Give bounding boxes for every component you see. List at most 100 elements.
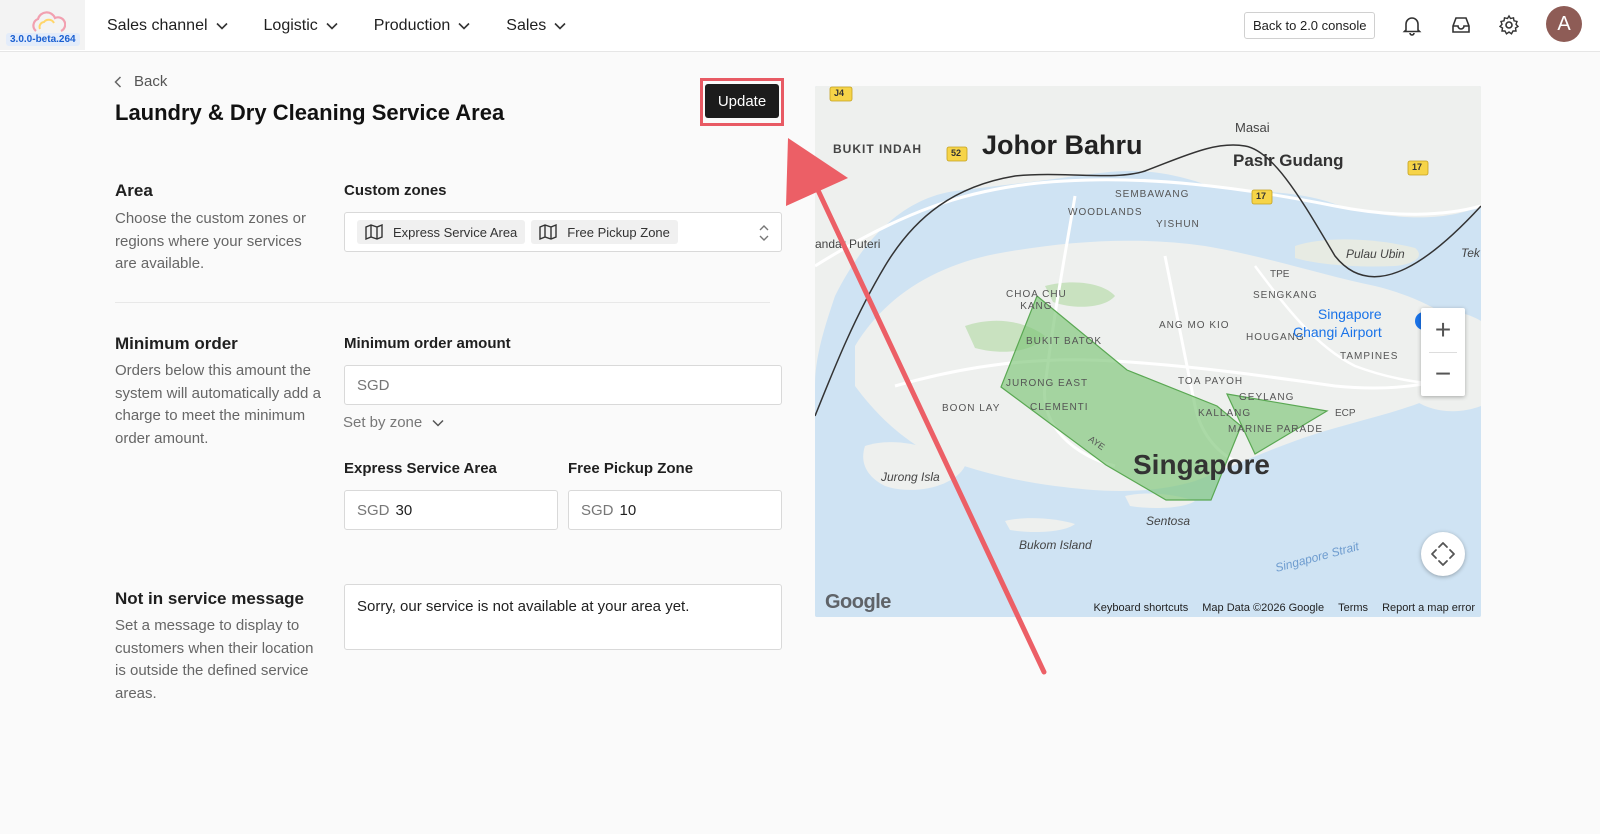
express-zone-label: Express Service Area (344, 460, 497, 477)
map-label-bukom-island: Bukom Island (1019, 538, 1092, 552)
map-label-bandar-puteri: andar Puteri (815, 237, 881, 251)
chevron-down-icon (326, 22, 338, 30)
set-by-zone-toggle[interactable]: Set by zone (343, 414, 444, 431)
app-logo[interactable]: 3.0.0-beta.264 (0, 0, 85, 50)
nav-label: Logistic (263, 17, 318, 34)
pickup-zone-amount-input[interactable]: SGD 10 (568, 490, 782, 530)
minimum-order-amount-input[interactable] (344, 365, 782, 405)
map-label-sengkang: SENGKANG (1253, 290, 1318, 301)
zoom-separator (1429, 352, 1457, 353)
minimum-order-description: Orders below this amount the system will… (115, 362, 321, 447)
service-area-map[interactable]: J4 52 17 17 BUKIT INDAH Johor Bahru Masa… (815, 86, 1481, 617)
currency-prefix: SGD (357, 501, 390, 519)
map-label-j4: J4 (834, 88, 845, 98)
map-label-bukit-batok: BUKIT BATOK (1026, 336, 1103, 347)
not-in-service-message-input[interactable]: Sorry, our service is not available at y… (344, 584, 782, 650)
version-badge: 3.0.0-beta.264 (6, 33, 80, 46)
map-label-bukit-indah: BUKIT INDAH (833, 142, 922, 156)
map-label-changi-airport: Singapore Changi Airport (1293, 306, 1382, 340)
chevron-down-icon (458, 22, 470, 30)
map-label-geylang: GEYLANG (1239, 392, 1295, 403)
custom-zones-label: Custom zones (344, 182, 447, 199)
map-label-pulau-ubin: Pulau Ubin (1346, 247, 1405, 261)
map-label-tpe: TPE (1270, 269, 1290, 280)
express-zone-amount-input[interactable]: SGD 30 (344, 490, 558, 530)
amount-value: 10 (619, 501, 637, 519)
map-label-tek: Tek (1461, 246, 1480, 260)
chip-label: Free Pickup Zone (567, 224, 670, 240)
map-label-marine-parade: MARINE PARADE (1228, 424, 1324, 435)
set-by-zone-label: Set by zone (343, 414, 423, 431)
map-icon (365, 224, 383, 240)
move-arrows-icon (1431, 542, 1455, 566)
report-map-error-link[interactable]: Report a map error (1382, 602, 1475, 614)
map-pan-control[interactable] (1421, 532, 1465, 576)
map-label-sentosa: Sentosa (1146, 514, 1191, 528)
chevron-down-icon (554, 22, 566, 30)
map-label-woodlands: WOODLANDS (1068, 207, 1143, 218)
area-section-title: Area (115, 181, 153, 200)
nav-production[interactable]: Production (374, 17, 471, 35)
currency-prefix: SGD (581, 501, 614, 519)
map-label-pasir-gudang: Pasir Gudang (1233, 151, 1344, 170)
map-data-attribution: Map Data ©2026 Google (1202, 602, 1325, 614)
map-label-clementi: CLEMENTI (1030, 402, 1089, 413)
zone-chip[interactable]: Free Pickup Zone (531, 220, 678, 244)
top-navigation-bar: 3.0.0-beta.264 Sales channel Logistic Pr… (0, 0, 1600, 52)
zoom-out-button[interactable]: − (1421, 352, 1465, 396)
map-label-ecp: ECP (1335, 408, 1356, 419)
map-label-road-17b: 17 (1412, 162, 1423, 172)
select-arrows-icon (759, 225, 769, 241)
section-divider (115, 302, 770, 303)
keyboard-shortcuts-link[interactable]: Keyboard shortcuts (1093, 602, 1188, 614)
back-to-console-button[interactable]: Back to 2.0 console (1244, 12, 1376, 39)
map-label-singapore: Singapore (1133, 449, 1270, 480)
inbox-icon[interactable] (1450, 14, 1472, 36)
map-label-jurong-island: Jurong Isla (881, 470, 940, 484)
map-label-kallang: KALLANG (1198, 408, 1252, 419)
chip-label: Express Service Area (393, 224, 518, 240)
user-avatar[interactable]: A (1546, 6, 1582, 42)
chevron-down-icon (215, 22, 228, 30)
map-label-johor-bahru: Johor Bahru (982, 130, 1143, 160)
nav-label: Production (373, 17, 451, 34)
map-label-tampines: TAMPINES (1340, 351, 1399, 362)
map-zoom-control: + − (1421, 308, 1465, 396)
cloud-logo-icon (32, 11, 66, 32)
area-section-description: Choose the custom zones or regions where… (115, 210, 306, 272)
chevron-left-icon (114, 75, 122, 88)
nav-label: Sales channel (107, 17, 208, 34)
gear-icon[interactable] (1498, 14, 1520, 36)
minimum-order-section-title: Minimum order (115, 334, 238, 353)
terms-link[interactable]: Terms (1338, 602, 1368, 614)
map-label-sembawang: SEMBAWANG (1115, 189, 1190, 200)
not-in-service-section-title: Not in service message (115, 589, 304, 608)
map-label-choa-chu-kang: CHOA CHU KANG (1006, 289, 1067, 312)
back-link[interactable]: Back (114, 73, 167, 90)
pickup-zone-label: Free Pickup Zone (568, 460, 694, 477)
zone-chip[interactable]: Express Service Area (357, 220, 526, 244)
nav-sales[interactable]: Sales (506, 17, 566, 35)
map-label-yishun: YISHUN (1156, 219, 1200, 230)
nav-sales-channel[interactable]: Sales channel (107, 17, 228, 35)
amount-value: 30 (395, 501, 413, 519)
map-footer: Keyboard shortcuts Map Data ©2026 Google… (815, 599, 1481, 617)
back-label: Back (134, 73, 168, 90)
map-label-boon-lay: BOON LAY (942, 403, 1001, 414)
bell-icon[interactable] (1401, 14, 1423, 36)
custom-zones-select[interactable]: Express Service Area Free Pickup Zone (344, 212, 782, 252)
zoom-in-button[interactable]: + (1421, 308, 1465, 352)
map-label-toa-payoh: TOA PAYOH (1178, 376, 1244, 387)
map-label-ang-mo-kio: ANG MO KIO (1159, 320, 1230, 331)
minimum-order-amount-label: Minimum order amount (344, 335, 511, 352)
nav-label: Sales (506, 17, 547, 34)
map-label-road-52: 52 (951, 148, 962, 158)
update-button[interactable]: Update (705, 84, 779, 118)
map-label-masai: Masai (1235, 120, 1270, 135)
nav-logistic[interactable]: Logistic (264, 17, 338, 35)
page-title: Laundry & Dry Cleaning Service Area (115, 100, 505, 125)
map-label-road-17: 17 (1256, 191, 1267, 201)
not-in-service-description: Set a message to display to customers wh… (115, 617, 314, 702)
map-icon (539, 224, 557, 240)
map-label-jurong-east: JURONG EAST (1006, 378, 1089, 389)
